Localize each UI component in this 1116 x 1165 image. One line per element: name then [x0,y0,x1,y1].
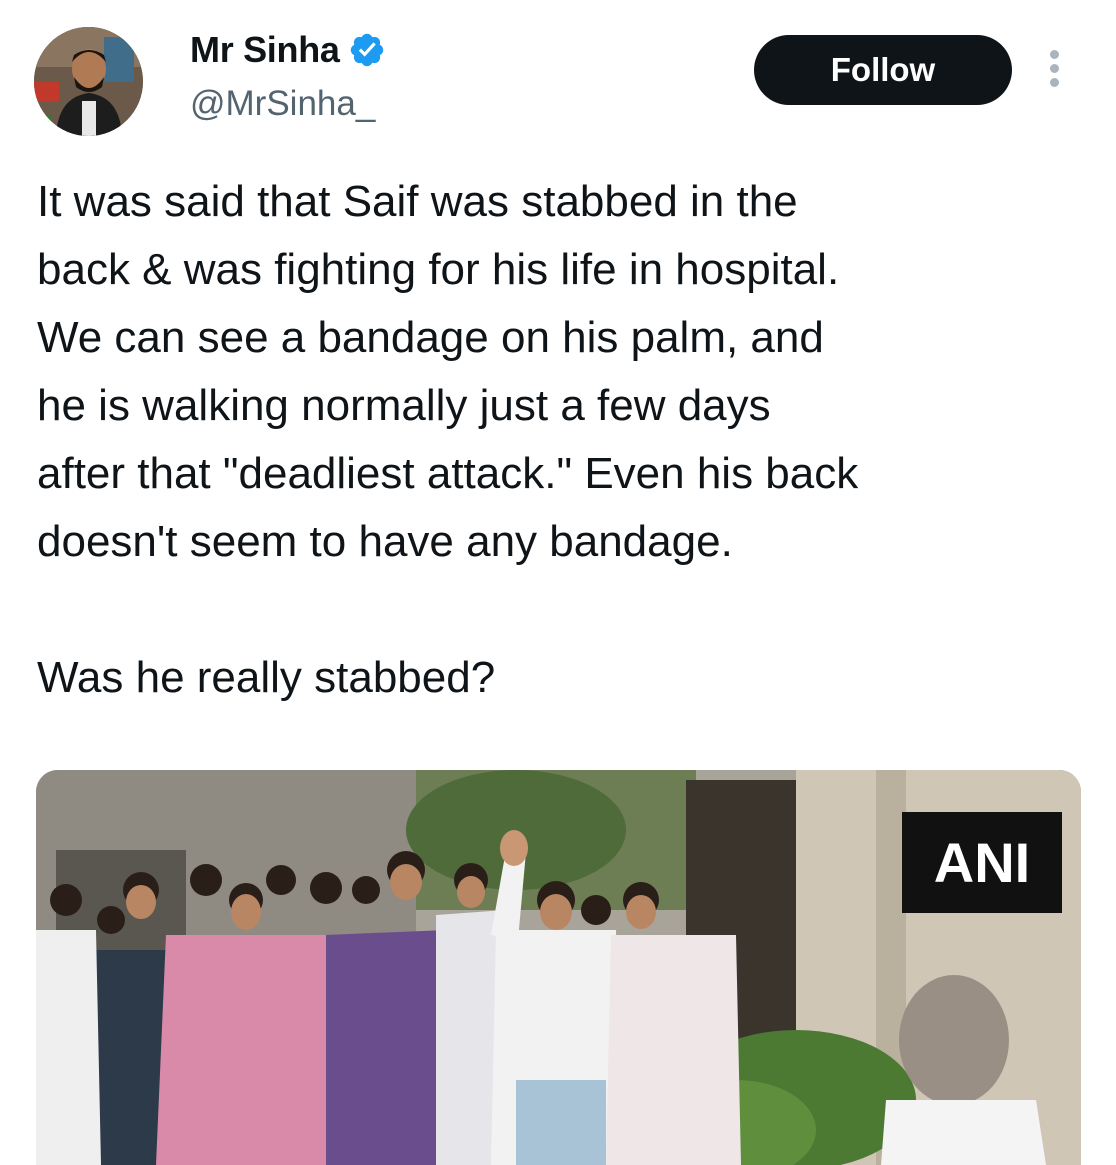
tweet-media-image[interactable]: ANI [36,770,1081,1165]
user-handle[interactable]: @MrSinha_ [190,82,375,126]
more-options-icon[interactable] [1044,50,1064,94]
user-name-row[interactable]: Mr Sinha [190,28,386,72]
display-name[interactable]: Mr Sinha [190,28,340,72]
avatar[interactable] [34,27,143,136]
follow-button[interactable]: Follow [754,35,1012,105]
tweet-text: It was said that Saif was stabbed in the… [37,177,859,702]
verified-badge-icon [350,33,383,67]
avatar-photo [34,27,143,136]
ani-watermark: ANI [902,812,1062,913]
